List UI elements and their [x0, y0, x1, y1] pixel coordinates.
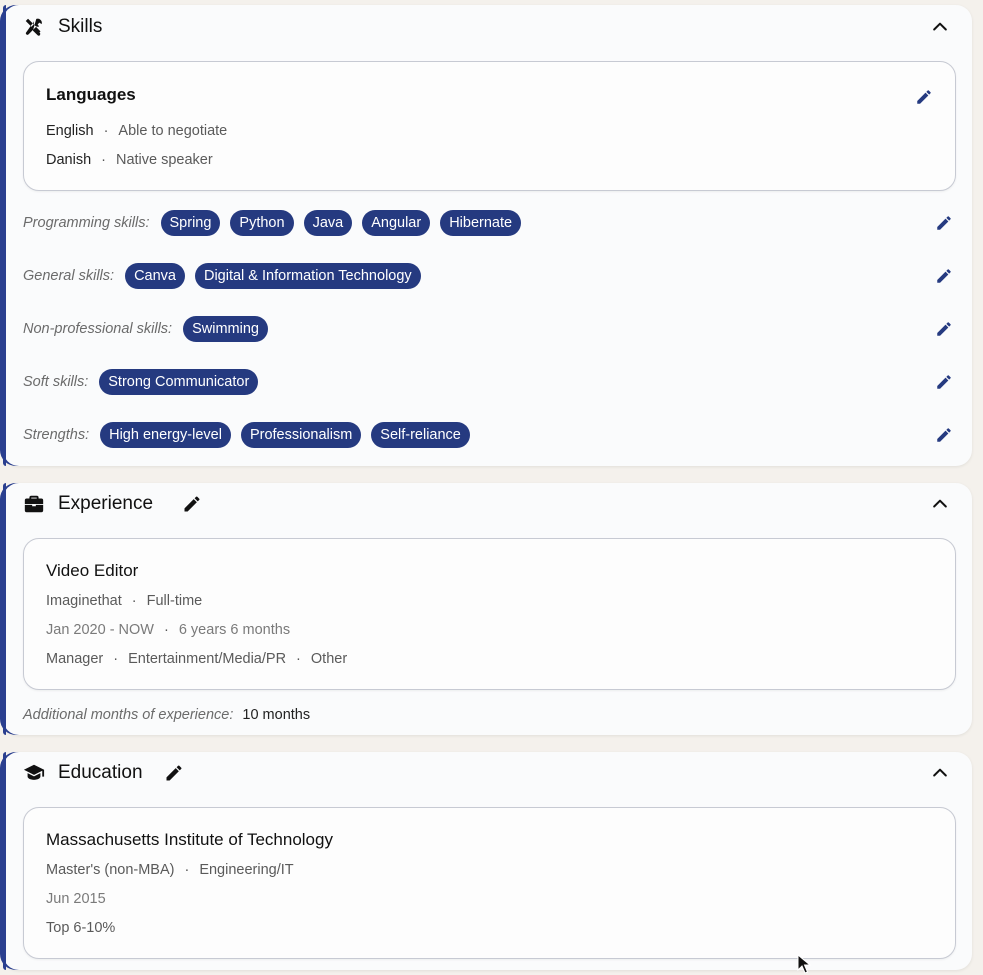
- job-period-line: Jan 2020 - NOW · 6 years 6 months: [46, 622, 291, 638]
- languages-title: Languages: [46, 85, 136, 104]
- language-item: Danish · Native speaker: [46, 152, 213, 168]
- job-company: Imaginethat: [46, 593, 122, 609]
- skill-chip: Canva: [125, 263, 185, 289]
- language-item: English · Able to negotiate: [46, 123, 228, 139]
- pencil-icon[interactable]: [933, 318, 955, 340]
- general-skills-row: General skills: Canva Digital & Informat…: [23, 262, 955, 290]
- pencil-icon[interactable]: [181, 493, 203, 515]
- mouse-cursor-icon: [797, 954, 811, 974]
- job-industry: Entertainment/Media/PR: [128, 651, 287, 667]
- language-name: English: [46, 123, 94, 139]
- job-duration: 6 years 6 months: [178, 622, 291, 638]
- pencil-icon[interactable]: [933, 265, 955, 287]
- chevron-up-icon[interactable]: [928, 761, 952, 785]
- soft-skills-row: Soft skills: Strong Communicator: [23, 368, 955, 396]
- additional-experience-value: 10 months: [242, 707, 311, 723]
- non-professional-skills-row: Non-professional skills: Swimming: [23, 315, 955, 343]
- language-name: Danish: [46, 152, 92, 168]
- job-details-line: Manager · Entertainment/Media/PR · Other: [46, 651, 348, 667]
- skills-title: Skills: [58, 16, 103, 37]
- job-period: Jan 2020 - NOW: [46, 622, 154, 638]
- job-card[interactable]: Video Editor Imaginethat · Full-time Jan 2…: [23, 538, 956, 690]
- pencil-icon[interactable]: [933, 371, 955, 393]
- job-type: Full-time: [146, 593, 203, 609]
- briefcase-icon: [23, 493, 45, 515]
- skill-chip: Java: [303, 210, 353, 236]
- skills-header: Skills: [23, 13, 952, 41]
- row-label: Strengths:: [23, 427, 90, 443]
- degree: Master's (non-MBA): [46, 862, 175, 878]
- row-label: Programming skills:: [23, 215, 150, 231]
- graduation-cap-icon: [23, 762, 45, 784]
- additional-experience: Additional months of experience: 10 month…: [23, 707, 310, 723]
- job-company-line: Imaginethat · Full-time: [46, 593, 203, 609]
- education-card[interactable]: Massachusetts Institute of Technology Ma…: [23, 807, 956, 959]
- chevron-up-icon[interactable]: [928, 492, 952, 516]
- skill-chip: Spring: [160, 210, 221, 236]
- education-date-line: Jun 2015: [46, 891, 106, 907]
- education-header: Education: [23, 759, 952, 787]
- experience-header: Experience: [23, 490, 952, 518]
- skill-chip: Self-reliance: [371, 422, 470, 448]
- chevron-up-icon[interactable]: [928, 15, 952, 39]
- row-label: Non-professional skills:: [23, 321, 173, 337]
- programming-skills-row: Programming skills: Spring Python Java A…: [23, 209, 955, 237]
- skill-chip: Angular: [362, 210, 431, 236]
- skill-chip: Digital & Information Technology: [194, 263, 421, 289]
- job-role: Manager: [46, 651, 104, 667]
- skill-chip: Strong Communicator: [99, 369, 259, 395]
- language-level: Native speaker: [115, 152, 213, 168]
- skill-chip: Swimming: [183, 316, 268, 342]
- additional-experience-label: Additional months of experience:: [23, 707, 234, 723]
- education-section: Education Massachusetts Institute of Tec…: [3, 752, 972, 970]
- school-name: Massachusetts Institute of Technology: [46, 830, 333, 849]
- languages-card: Languages English · Able to negotiate Dani…: [23, 61, 956, 191]
- experience-section: Experience Video Editor Imaginethat · Full…: [3, 483, 972, 735]
- pencil-icon[interactable]: [933, 212, 955, 234]
- degree-line: Master's (non-MBA) · Engineering/IT: [46, 862, 294, 878]
- row-label: General skills:: [23, 268, 115, 284]
- job-category: Other: [310, 651, 348, 667]
- pencil-icon[interactable]: [163, 762, 185, 784]
- row-label: Soft skills:: [23, 374, 89, 390]
- education-title: Education: [58, 762, 143, 783]
- education-rank-line: Top 6-10%: [46, 920, 115, 936]
- pencil-icon[interactable]: [933, 424, 955, 446]
- job-title: Video Editor: [46, 561, 139, 580]
- language-level: Able to negotiate: [118, 123, 228, 139]
- skills-section: Skills Languages English · Able to negotia…: [3, 5, 972, 466]
- skill-chip: Python: [230, 210, 294, 236]
- strengths-row: Strengths: High energy-level Professiona…: [23, 421, 955, 449]
- education-date: Jun 2015: [46, 891, 106, 907]
- education-rank: Top 6-10%: [46, 920, 116, 936]
- field-of-study: Engineering/IT: [199, 862, 294, 878]
- skill-chip: Hibernate: [440, 210, 522, 236]
- experience-title: Experience: [58, 493, 154, 514]
- pencil-icon[interactable]: [913, 86, 935, 108]
- skill-chip: High energy-level: [100, 422, 231, 448]
- tools-icon: [23, 16, 45, 38]
- skill-chip: Professionalism: [240, 422, 362, 448]
